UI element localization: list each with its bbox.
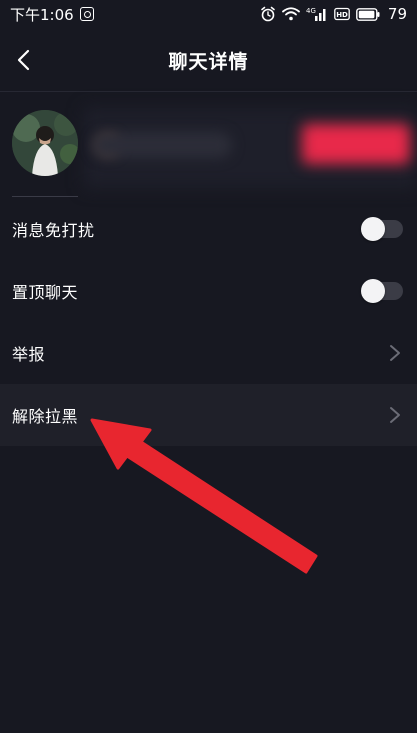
blurred-username: [92, 132, 232, 158]
page-title: 聊天详情: [168, 50, 249, 73]
mute-notifications-toggle[interactable]: [361, 217, 403, 241]
chat-details-screen: 下午1:06 4G HD 79 聊天详情 消息免打扰 置顶聊天 举报 解除拉黑: [0, 0, 417, 733]
setting-report[interactable]: 举报: [0, 322, 417, 384]
hd-label: HD: [336, 11, 348, 19]
wifi-icon: [282, 7, 300, 21]
status-bar: 下午1:06 4G HD 79: [0, 0, 417, 28]
signal-icon: 4G: [306, 7, 326, 21]
network-type: 4G: [306, 7, 316, 15]
setting-label: 置顶聊天: [12, 283, 79, 302]
settings-list: 消息免打扰 置顶聊天 举报 解除拉黑: [0, 198, 417, 446]
status-icons: 4G HD 79: [260, 0, 407, 28]
setting-mute-notifications[interactable]: 消息免打扰: [0, 198, 417, 260]
toggle-knob: [361, 279, 385, 303]
chevron-right-icon: [390, 345, 400, 361]
setting-pin-chat[interactable]: 置顶聊天: [0, 260, 417, 322]
setting-label: 举报: [12, 345, 46, 364]
avatar-divider: [12, 196, 78, 197]
setting-unblock[interactable]: 解除拉黑: [0, 384, 417, 446]
alarm-icon: [261, 6, 275, 22]
chevron-right-icon: [390, 407, 400, 423]
pin-chat-toggle[interactable]: [361, 279, 403, 303]
chevron-left-icon: [17, 49, 30, 71]
header-divider: [0, 91, 417, 92]
status-time: 下午1:06: [10, 5, 74, 24]
toggle-knob: [361, 217, 385, 241]
navigation-bar: 聊天详情: [0, 28, 417, 92]
avatar-photo: [12, 110, 78, 176]
battery-level: 79: [387, 5, 407, 23]
battery-icon: [356, 7, 380, 21]
blurred-action-button[interactable]: [302, 124, 410, 164]
setting-label: 消息免打扰: [12, 221, 95, 240]
chat-partner-card[interactable]: [0, 96, 417, 197]
notification-app-icon: [79, 7, 94, 21]
back-button[interactable]: [6, 42, 40, 78]
setting-label: 解除拉黑: [12, 407, 79, 426]
avatar[interactable]: [12, 110, 78, 176]
hd-icon: HD: [334, 7, 350, 21]
